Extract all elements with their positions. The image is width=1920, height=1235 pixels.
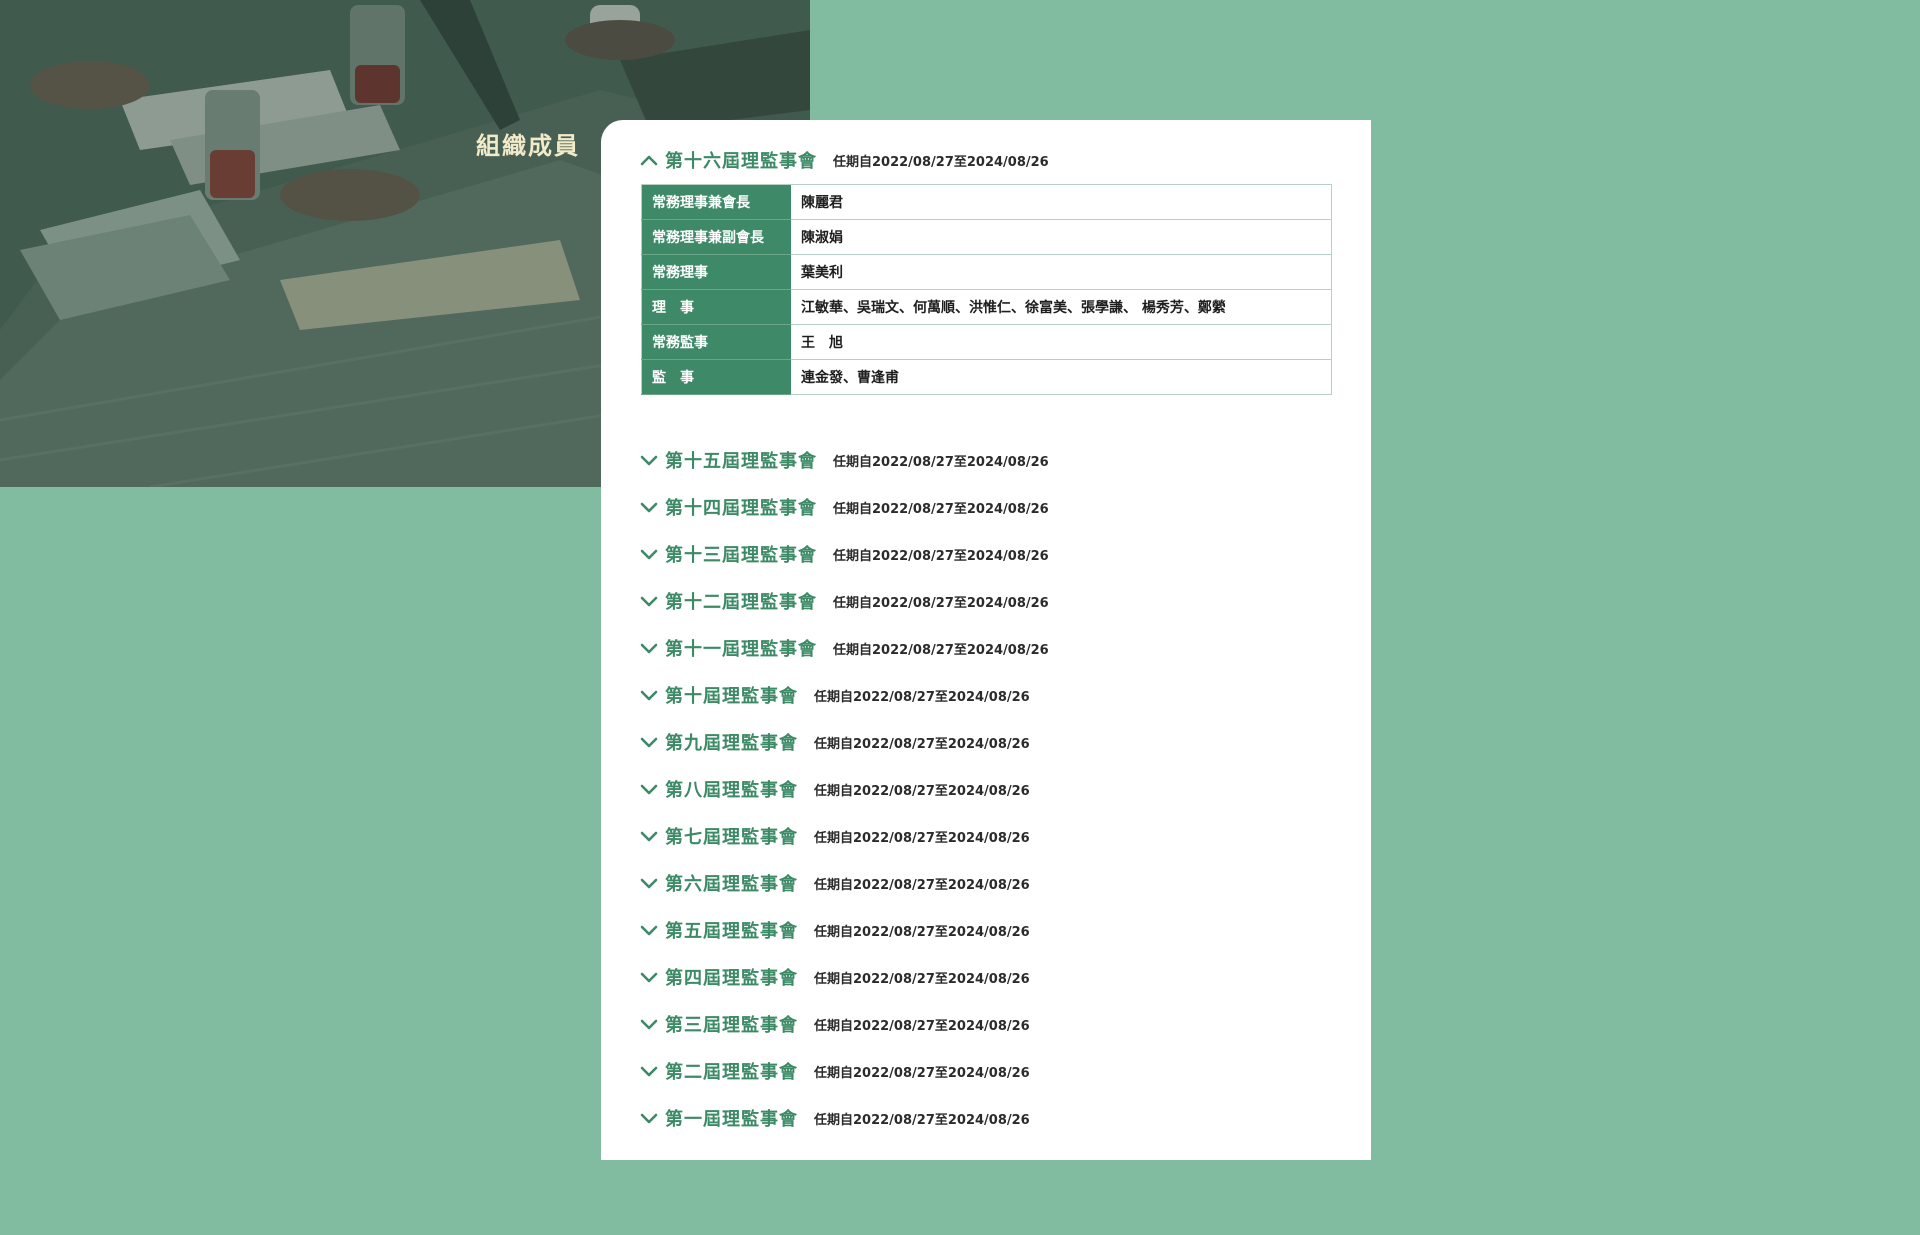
term-header[interactable]: 第八屆理監事會 任期自2022/08/27至2024/08/26 xyxy=(639,774,1030,804)
chevron-down-icon xyxy=(639,969,659,985)
term-period: 任期自2022/08/27至2024/08/26 xyxy=(833,454,1049,470)
term-header[interactable]: 第十四屆理監事會 任期自2022/08/27至2024/08/26 xyxy=(639,492,1049,522)
term-period: 任期自2022/08/27至2024/08/26 xyxy=(814,971,1030,987)
chevron-down-icon xyxy=(639,499,659,515)
term-name: 第七屆理監事會 xyxy=(665,827,798,848)
term-period: 任期自2022/08/27至2024/08/26 xyxy=(833,548,1049,564)
term-period: 任期自2022/08/27至2024/08/26 xyxy=(814,783,1030,799)
term-period: 任期自2022/08/27至2024/08/26 xyxy=(833,642,1049,658)
member-names: 陳淑娟 xyxy=(791,219,1332,255)
term-name: 第一屆理監事會 xyxy=(665,1109,798,1130)
term-header[interactable]: 第七屆理監事會 任期自2022/08/27至2024/08/26 xyxy=(639,821,1030,851)
term-name: 第十屆理監事會 xyxy=(665,686,798,707)
term-header[interactable]: 第一屆理監事會 任期自2022/08/27至2024/08/26 xyxy=(639,1103,1030,1133)
term-header[interactable]: 第十一屆理監事會 任期自2022/08/27至2024/08/26 xyxy=(639,633,1049,663)
table-row: 常務理事兼會長 陳麗君 xyxy=(641,184,1332,220)
table-row: 常務監事王 旭 xyxy=(641,324,1332,360)
term-header[interactable]: 第三屆理監事會 任期自2022/08/27至2024/08/26 xyxy=(639,1009,1030,1039)
member-role: 監 事 xyxy=(641,359,791,395)
chevron-down-icon xyxy=(639,687,659,703)
chevron-down-icon xyxy=(639,593,659,609)
term-name: 第九屆理監事會 xyxy=(665,733,798,754)
term-period: 任期自2022/08/27至2024/08/26 xyxy=(833,501,1049,517)
term-header-current[interactable]: 第十六屆理監事會 任期自2022/08/27至2024/08/26 xyxy=(639,145,1049,175)
table-row: 理 事江敏華、吳瑞文、何萬順、洪惟仁、徐富美、張學謙、 楊秀芳、鄭縈 xyxy=(641,289,1332,325)
term-header[interactable]: 第四屆理監事會 任期自2022/08/27至2024/08/26 xyxy=(639,962,1030,992)
term-period: 任期自2022/08/27至2024/08/26 xyxy=(814,877,1030,893)
chevron-down-icon xyxy=(639,1016,659,1032)
term-header[interactable]: 第五屆理監事會 任期自2022/08/27至2024/08/26 xyxy=(639,915,1030,945)
term-period: 任期自2022/08/27至2024/08/26 xyxy=(814,1065,1030,1081)
members-table: 常務理事兼會長 陳麗君 常務理事兼副會長 陳淑娟 常務理事 葉美利理 事江敏華、吳瑞文、何… xyxy=(641,184,1332,395)
chevron-down-icon xyxy=(639,546,659,562)
term-period: 任期自2022/08/27至2024/08/26 xyxy=(814,924,1030,940)
member-role: 常務理事 xyxy=(641,254,791,290)
term-header[interactable]: 第十五屆理監事會 任期自2022/08/27至2024/08/26 xyxy=(639,445,1049,475)
member-names: 葉美利 xyxy=(791,254,1332,290)
term-name: 第八屆理監事會 xyxy=(665,780,798,801)
term-name: 第十一屆理監事會 xyxy=(665,639,817,660)
member-role: 常務理事兼會長 xyxy=(641,184,791,220)
chevron-up-icon xyxy=(639,152,659,168)
chevron-down-icon xyxy=(639,452,659,468)
chevron-down-icon xyxy=(639,828,659,844)
term-header[interactable]: 第十屆理監事會 任期自2022/08/27至2024/08/26 xyxy=(639,680,1030,710)
chevron-down-icon xyxy=(639,1063,659,1079)
term-header[interactable]: 第六屆理監事會 任期自2022/08/27至2024/08/26 xyxy=(639,868,1030,898)
term-period: 任期自2022/08/27至2024/08/26 xyxy=(814,1112,1030,1128)
term-name: 第十二屆理監事會 xyxy=(665,592,817,613)
member-role: 理 事 xyxy=(641,289,791,325)
chevron-down-icon xyxy=(639,640,659,656)
chevron-down-icon xyxy=(639,1110,659,1126)
term-period: 任期自2022/08/27至2024/08/26 xyxy=(814,736,1030,752)
term-name: 第十六屆理監事會 xyxy=(665,151,817,172)
page: 組織成員 第十六屆理監事會 任期自2022/08/27至2024/08/26 常… xyxy=(0,0,1920,1235)
term-period: 任期自2022/08/27至2024/08/26 xyxy=(833,154,1049,170)
term-name: 第二屆理監事會 xyxy=(665,1062,798,1083)
term-period: 任期自2022/08/27至2024/08/26 xyxy=(814,689,1030,705)
chevron-down-icon xyxy=(639,734,659,750)
term-name: 第十五屆理監事會 xyxy=(665,451,817,472)
member-names: 江敏華、吳瑞文、何萬順、洪惟仁、徐富美、張學謙、 楊秀芳、鄭縈 xyxy=(791,289,1332,325)
term-name: 第六屆理監事會 xyxy=(665,874,798,895)
table-row: 常務理事 葉美利 xyxy=(641,254,1332,290)
term-period: 任期自2022/08/27至2024/08/26 xyxy=(814,830,1030,846)
term-name: 第五屆理監事會 xyxy=(665,921,798,942)
member-names: 王 旭 xyxy=(791,324,1332,360)
term-header[interactable]: 第十三屆理監事會 任期自2022/08/27至2024/08/26 xyxy=(639,539,1049,569)
term-header[interactable]: 第二屆理監事會 任期自2022/08/27至2024/08/26 xyxy=(639,1056,1030,1086)
term-name: 第三屆理監事會 xyxy=(665,1015,798,1036)
member-names: 陳麗君 xyxy=(791,184,1332,220)
chevron-down-icon xyxy=(639,781,659,797)
content-panel: 第十六屆理監事會 任期自2022/08/27至2024/08/26 常務理事兼會… xyxy=(601,120,1371,1160)
term-name: 第十三屆理監事會 xyxy=(665,545,817,566)
term-header[interactable]: 第十二屆理監事會 任期自2022/08/27至2024/08/26 xyxy=(639,586,1049,616)
member-names: 連金發、曹逢甫 xyxy=(791,359,1332,395)
term-name: 第十四屆理監事會 xyxy=(665,498,817,519)
term-period: 任期自2022/08/27至2024/08/26 xyxy=(814,1018,1030,1034)
table-row: 監 事連金發、曹逢甫 xyxy=(641,359,1332,395)
term-name: 第四屆理監事會 xyxy=(665,968,798,989)
term-header[interactable]: 第九屆理監事會 任期自2022/08/27至2024/08/26 xyxy=(639,727,1030,757)
chevron-down-icon xyxy=(639,922,659,938)
chevron-down-icon xyxy=(639,875,659,891)
member-role: 常務理事兼副會長 xyxy=(641,219,791,255)
table-row: 常務理事兼副會長 陳淑娟 xyxy=(641,219,1332,255)
page-title: 組織成員 xyxy=(476,132,580,160)
member-role: 常務監事 xyxy=(641,324,791,360)
term-period: 任期自2022/08/27至2024/08/26 xyxy=(833,595,1049,611)
